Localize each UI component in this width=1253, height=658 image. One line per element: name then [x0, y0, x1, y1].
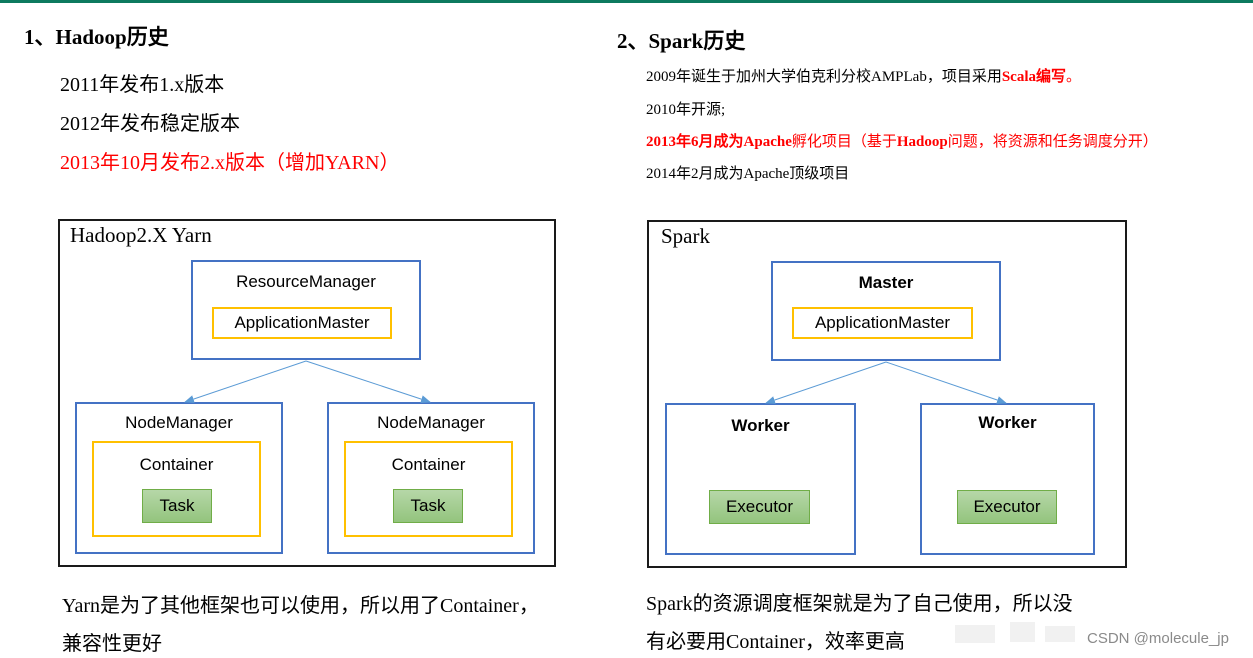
arrow-master-to-worker1	[765, 361, 887, 404]
arrow-rm-to-nm2	[305, 360, 431, 403]
watermark-blur	[955, 625, 995, 643]
watermark-text: CSDN @molecule_jp	[1087, 630, 1229, 647]
watermark-blur	[1010, 622, 1035, 642]
watermark-blur	[1045, 626, 1075, 642]
connector-arrows	[184, 360, 1007, 404]
arrow-rm-to-nm1	[184, 360, 307, 403]
arrow-master-to-worker2	[885, 361, 1007, 404]
